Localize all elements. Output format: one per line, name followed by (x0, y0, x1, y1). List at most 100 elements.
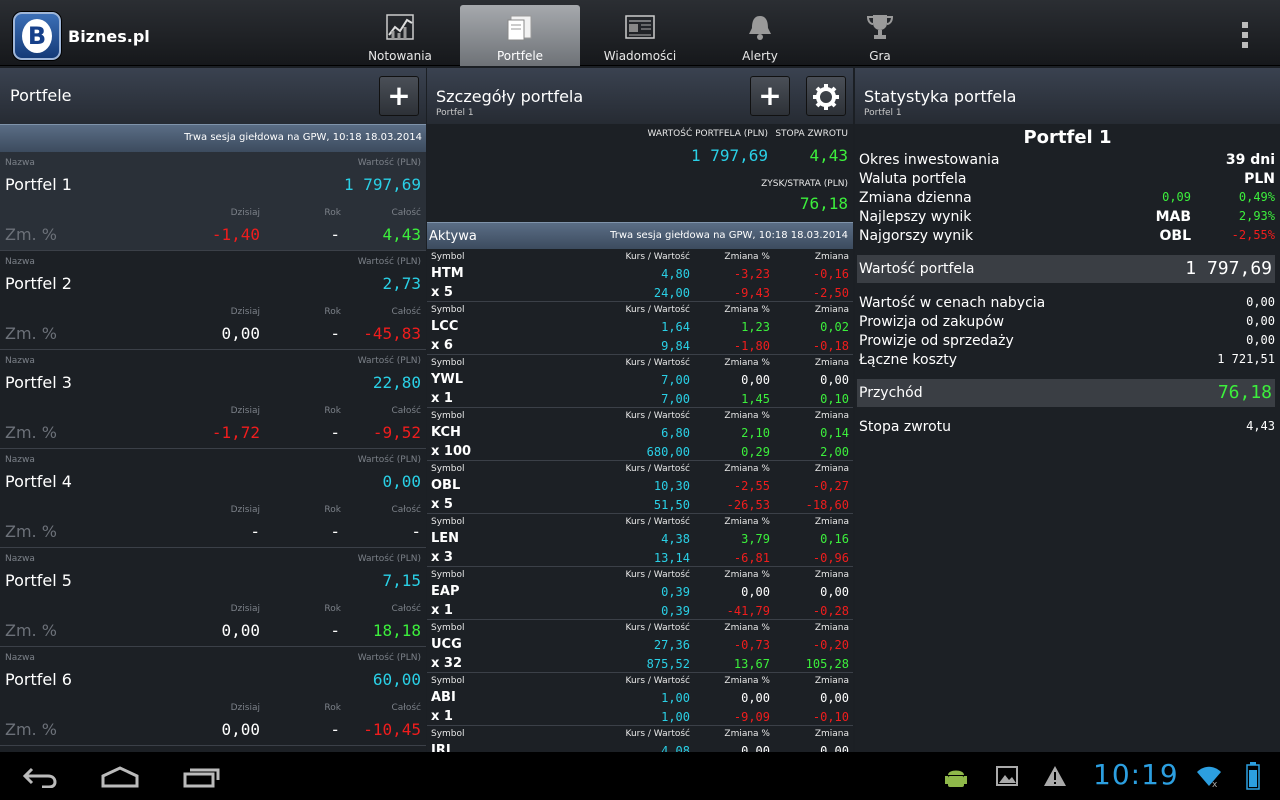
change-year: - (330, 423, 340, 442)
session-status: Trwa sesja giełdowa na GPW, 10:18 18.03.… (0, 124, 426, 152)
asset-row[interactable]: Symbol Kurs / Wartość Zmiana % Zmiana YWL x 1… (427, 355, 853, 408)
asset-row[interactable]: Symbol Kurs / Wartość Zmiana % Zmiana KCH x 1… (427, 408, 853, 461)
change-year: - (330, 225, 340, 244)
asset-change: 0,00 (820, 585, 849, 599)
name-label: Nazwa (5, 158, 35, 168)
stat-row-return: Stopa zwrotu 4,43 (859, 419, 1275, 438)
asset-change: 0,14 (820, 426, 849, 440)
symbol-header: Symbol (431, 305, 465, 315)
asset-change-pct: 1,23 (741, 320, 770, 334)
asset-change-pct: 0,00 (741, 744, 770, 752)
change-total: 4,43 (382, 225, 421, 244)
asset-change-pct: -0,73 (733, 638, 770, 652)
asset-price: 27,36 (653, 638, 690, 652)
app-title: Biznes.pl (68, 27, 150, 46)
asset-value-change: -0,28 (812, 604, 849, 618)
chart-icon (386, 14, 414, 40)
recent-apps-icon[interactable] (182, 766, 222, 788)
pct-header: Zmiana % (724, 252, 770, 262)
change-header: Zmiana (814, 252, 849, 262)
overflow-menu-icon[interactable] (1238, 22, 1252, 54)
asset-row[interactable]: Symbol Kurs / Wartość Zmiana % Zmiana LEN x 3… (427, 514, 853, 567)
add-asset-button[interactable]: + (750, 76, 790, 116)
tab-alerty[interactable]: Alerty (700, 5, 820, 66)
total-label: Całość (391, 703, 421, 713)
asset-row[interactable]: Symbol Kurs / Wartość Zmiana % Zmiana ABI x 1… (427, 673, 853, 726)
tab-wiadomosci[interactable]: Wiadomości (580, 5, 700, 66)
asset-row[interactable]: Symbol Kurs / Wartość Zmiana % Zmiana UCG x 3… (427, 620, 853, 673)
asset-value-change: -2,50 (812, 286, 849, 300)
stat-label: Zmiana dzienna (859, 190, 972, 206)
tab-label: Notowania (368, 49, 432, 63)
asset-value-change: -0,18 (812, 339, 849, 353)
stat-value: 0,00 (1246, 333, 1275, 347)
asset-value: 9,84 (661, 339, 690, 353)
asset-change: -0,20 (812, 638, 849, 652)
asset-price: 4,80 (661, 267, 690, 281)
stat-label: Okres inwestowania (859, 152, 1000, 168)
settings-button[interactable] (806, 76, 846, 116)
portfolio-item[interactable]: Nazwa Wartość (PLN) Portfel 3 22,80 Dzisiaj R… (0, 350, 426, 449)
image-icon[interactable] (996, 766, 1018, 786)
wifi-icon: x (1197, 766, 1221, 788)
asset-row[interactable]: Symbol Kurs / Wartość Zmiana % Zmiana LCC x 6… (427, 302, 853, 355)
change-total: -9,52 (372, 423, 421, 442)
asset-row[interactable]: Symbol Kurs / Wartość Zmiana % Zmiana IRL 4,0… (427, 726, 853, 752)
change-total: -45,83 (363, 324, 421, 343)
change-today: - (250, 522, 260, 541)
assets-label: Aktywa (429, 229, 477, 244)
session-status: Trwa sesja giełdowa na GPW, 10:18 18.03.… (610, 230, 848, 241)
portfolio-item[interactable]: Nazwa Wartość (PLN) Portfel 2 2,73 Dzisiaj Ro… (0, 251, 426, 350)
name-label: Nazwa (5, 653, 35, 663)
app-logo[interactable]: B (13, 12, 61, 60)
change-header: Zmiana (814, 623, 849, 633)
asset-value: 7,00 (661, 392, 690, 406)
back-icon[interactable] (22, 766, 58, 788)
asset-change: 0,00 (820, 691, 849, 705)
portfolio-list[interactable]: Trwa sesja giełdowa na GPW, 10:18 18.03.… (0, 124, 426, 752)
asset-change: 0,00 (820, 373, 849, 387)
asset-row[interactable]: Symbol Kurs / Wartość Zmiana % Zmiana HTM x 5… (427, 249, 853, 302)
year-label: Rok (324, 208, 341, 218)
portfolio-item[interactable]: Nazwa Wartość (PLN) Portfel 4 0,00 Dzisiaj Ro… (0, 449, 426, 548)
assets-list[interactable]: Symbol Kurs / Wartość Zmiana % Zmiana HTM x 5… (427, 249, 853, 752)
portfolio-value: 2,73 (382, 274, 421, 293)
warning-icon[interactable] (1043, 765, 1067, 787)
battery-icon (1246, 762, 1260, 790)
asset-price: 4,38 (661, 532, 690, 546)
change-total: 18,18 (372, 621, 421, 640)
asset-row[interactable]: Symbol Kurs / Wartość Zmiana % Zmiana OBL x 5… (427, 461, 853, 514)
portfolio-item[interactable]: Nazwa Wartość (PLN) Portfel 6 60,00 Dzisiaj R… (0, 647, 426, 746)
profit-loss-label: ZYSK/STRATA (PLN) (761, 179, 848, 189)
tab-gra[interactable]: Gra (820, 5, 940, 66)
portfolio-value: 0,00 (382, 472, 421, 491)
price-header: Kurs / Wartość (625, 252, 690, 262)
tab-portfele[interactable]: Portfele (460, 5, 580, 66)
asset-quantity: x 1 (431, 709, 453, 724)
symbol-header: Symbol (431, 570, 465, 580)
value-label: WARTOŚĆ PORTFELA (PLN) (647, 129, 768, 139)
stat-row-daily-change: Zmiana dzienna 0,09 0,49% (859, 190, 1275, 209)
change-header: Zmiana (814, 676, 849, 686)
asset-symbol: LCC (431, 319, 459, 334)
portfolio-name: Portfel 3 (5, 373, 72, 392)
home-icon[interactable] (100, 766, 140, 788)
portfolio-item[interactable]: Nazwa Wartość (PLN) Portfel 1 1 797,69 Dzisi… (0, 152, 426, 251)
stat-value: PLN (1244, 171, 1275, 187)
portfolio-item[interactable]: Nazwa Wartość (PLN) Portfel 5 7,15 Dzisiaj Ro… (0, 548, 426, 647)
add-portfolio-button[interactable]: + (379, 76, 419, 116)
android-icon[interactable] (944, 764, 968, 790)
asset-symbol: KCH (431, 425, 461, 440)
change-today: -1,72 (211, 423, 260, 442)
stat-row-purchase: Wartość w cenach nabycia 0,00 (859, 295, 1275, 314)
stat-symbol: OBL (1159, 228, 1192, 244)
asset-change: -0,27 (812, 479, 849, 493)
tab-notowania[interactable]: Notowania (340, 5, 460, 66)
asset-value: 1,00 (661, 710, 690, 724)
name-label: Nazwa (5, 455, 35, 465)
change-today: 0,00 (221, 720, 260, 739)
asset-row[interactable]: Symbol Kurs / Wartość Zmiana % Zmiana EAP x 1… (427, 567, 853, 620)
asset-price: 7,00 (661, 373, 690, 387)
change-header: Zmiana (814, 358, 849, 368)
asset-value-change: -0,10 (812, 710, 849, 724)
